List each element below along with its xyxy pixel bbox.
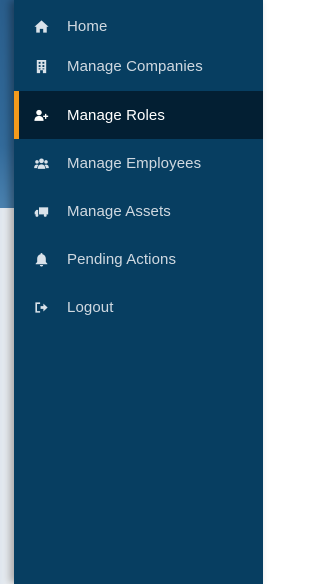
logout-icon [31,297,51,317]
sidebar-item-label: Manage Roles [67,106,165,124]
sidebar-item-label: Manage Assets [67,202,171,220]
sidebar-item-manage-assets[interactable]: Manage Assets [14,187,263,235]
sidebar-item-label: Logout [67,298,114,316]
home-icon [31,16,51,36]
sidebar-item-label: Pending Actions [67,250,177,268]
user-plus-icon [31,105,51,125]
sidebar-item-manage-companies[interactable]: Manage Companies [14,46,263,86]
sidebar-item-label: Home [67,17,108,35]
sidebar-item-manage-roles[interactable]: Manage Roles [14,91,263,139]
users-icon [31,153,51,173]
sidebar-item-label: Manage Companies [67,57,203,75]
sidebar: Home Manage Companies Manage Roles Manag… [14,0,263,584]
sidebar-item-pending-actions[interactable]: Pending Actions [14,235,263,283]
sidebar-item-logout[interactable]: Logout [14,283,263,331]
sidebar-item-home[interactable]: Home [14,6,263,46]
truck-icon [31,201,51,221]
sidebar-item-manage-employees[interactable]: Manage Employees [14,139,263,187]
bell-icon [31,249,51,269]
sidebar-nav: Home Manage Companies Manage Roles Manag… [14,6,263,331]
building-icon [31,56,51,76]
sidebar-item-label: Manage Employees [67,154,202,172]
